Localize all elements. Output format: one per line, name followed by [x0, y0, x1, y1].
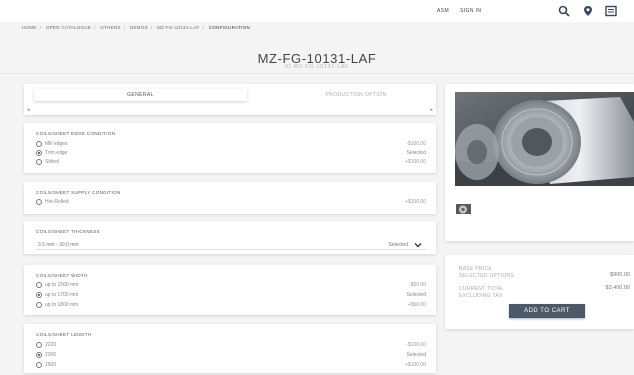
option-length-2220[interactable]: 2220 -$100.00: [36, 342, 426, 350]
breadcrumb-separator: /: [94, 25, 96, 30]
radio-button[interactable]: [36, 141, 42, 147]
product-image[interactable]: [455, 92, 634, 186]
option-trim-edge[interactable]: Trim edge Selected: [36, 150, 426, 158]
thickness-card: COILS/SHEET THICKNESS 3.5 mm - 30.0 mm S…: [24, 221, 436, 254]
asm-link[interactable]: ASM: [437, 8, 449, 14]
option-price: Selected: [406, 150, 426, 156]
option-label: up to 1500 mm: [45, 282, 79, 288]
option-price: Selected: [406, 352, 426, 358]
location-pin-icon[interactable]: [582, 5, 594, 17]
option-label: 2220: [45, 342, 57, 348]
section-title: COILS/SHEET THICKNESS: [36, 229, 100, 234]
radio-button[interactable]: [36, 282, 42, 288]
width-card: COILS/SHEET WIDTH up to 1500 mm -$50.00 …: [24, 265, 436, 315]
length-card: COILS/SHEET LENGTH 2220 -$100.00 2300 Se…: [24, 324, 436, 373]
radio-button[interactable]: [36, 292, 42, 298]
scroll-right-icon[interactable]: ▸: [430, 107, 433, 113]
option-length-2500[interactable]: 2500 +$100.00: [36, 362, 426, 370]
excluding-tax-label: EXCLUDING TAX: [459, 293, 503, 299]
option-price: +$150.00: [405, 199, 426, 205]
option-label: 2300: [45, 352, 57, 358]
breadcrumb-current: CONFIGURATION: [208, 25, 251, 30]
option-label: Hot-Rolled: [45, 199, 69, 205]
tabs-card: GENERAL PRODUCTION OPTION ◂ ▸: [24, 84, 436, 115]
option-label: up to 1700 mm: [45, 292, 79, 298]
breadcrumb-others[interactable]: OTHERS: [100, 25, 121, 30]
option-label: Slitted: [45, 159, 59, 165]
tab-general[interactable]: GENERAL: [34, 89, 247, 101]
cart-icon[interactable]: [605, 5, 617, 17]
option-label: Mill edges: [45, 141, 68, 147]
tab-production-option[interactable]: PRODUCTION OPTION: [256, 89, 456, 101]
option-mill-edges[interactable]: Mill edges -$100.00: [36, 141, 426, 149]
radio-button[interactable]: [36, 342, 42, 348]
tab-scrollbar[interactable]: ◂ ▸: [24, 107, 436, 113]
breadcrumb-separator: /: [39, 25, 42, 30]
option-width-1500[interactable]: up to 1500 mm -$50.00: [36, 282, 426, 290]
pricing-card: BASE PRICE SELECTED OPTIONS $900.00 CURR…: [445, 255, 634, 329]
option-price: +$100.00: [405, 159, 426, 165]
breadcrumb-home[interactable]: HOME: [22, 25, 37, 30]
radio-button[interactable]: [36, 150, 42, 156]
section-title: COILS/SHEET EDGE CONDITION: [36, 131, 116, 136]
section-title: COILS/SHEET LENGTH: [36, 332, 92, 337]
radio-button[interactable]: [36, 302, 42, 308]
radio-button[interactable]: [36, 159, 42, 165]
radio-button[interactable]: [36, 362, 42, 368]
current-total-label: CURRENT TOTAL: [459, 286, 505, 292]
breadcrumb-separator: /: [150, 25, 153, 30]
option-length-2300[interactable]: 2300 Selected: [36, 352, 426, 360]
option-price: -$100.00: [406, 342, 426, 348]
sign-in-link[interactable]: SIGN IN: [460, 8, 481, 14]
product-image-card: [445, 84, 634, 241]
thickness-status: Selected: [388, 242, 408, 248]
option-price: Selected: [406, 292, 426, 298]
selected-options-label: SELECTED OPTIONS: [459, 273, 515, 279]
option-price: +$50.00: [407, 302, 426, 308]
edge-condition-card: COILS/SHEET EDGE CONDITION Mill edges -$…: [24, 123, 436, 173]
option-label: 2500: [45, 362, 57, 368]
breadcrumb-separator: /: [123, 25, 126, 30]
supply-condition-card: COILS/SHEET SUPPLY CONDITION Hot-Rolled …: [24, 182, 436, 214]
breadcrumb-demos[interactable]: DEMOS: [130, 25, 148, 30]
product-thumbnail[interactable]: [456, 204, 471, 214]
option-price: -$50.00: [409, 282, 426, 288]
radio-button[interactable]: [36, 352, 42, 358]
top-bar: ASM SIGN IN: [0, 0, 634, 22]
divider: [0, 73, 634, 74]
option-price: -$100.00: [406, 141, 426, 147]
thickness-value: 3.5 mm - 30.0 mm: [38, 242, 79, 248]
breadcrumb: HOME / OPEN CATALOGUE / OTHERS / DEMOS / MZ-…: [22, 25, 253, 30]
option-price: +$100.00: [405, 362, 426, 368]
base-price-label: BASE PRICE: [459, 266, 493, 272]
chevron-down-icon: [414, 243, 422, 248]
add-to-cart-button[interactable]: ADD TO CART: [509, 304, 585, 318]
option-hot-rolled[interactable]: Hot-Rolled +$150.00: [36, 199, 426, 207]
search-icon[interactable]: [558, 5, 570, 17]
option-width-1800[interactable]: up to 1800 mm +$50.00: [36, 302, 426, 310]
option-width-1700[interactable]: up to 1700 mm Selected: [36, 292, 426, 300]
thickness-dropdown[interactable]: 3.5 mm - 30.0 mm Selected: [36, 239, 426, 250]
page-subtitle: ID MZ-FG-10131-LAF: [284, 64, 350, 70]
breadcrumb-separator: /: [202, 25, 205, 30]
current-total-value: $3,400.00: [605, 285, 630, 291]
radio-button[interactable]: [36, 199, 42, 205]
selected-options-value: $900.00: [610, 272, 630, 278]
breadcrumb-open-catalogue[interactable]: OPEN CATALOGUE: [46, 25, 91, 30]
breadcrumb-product[interactable]: MZ-FG-10131-LAF: [157, 25, 200, 30]
section-title: COILS/SHEET WIDTH: [36, 273, 88, 278]
option-label: Trim edge: [45, 150, 68, 156]
scroll-left-icon[interactable]: ◂: [27, 107, 30, 113]
section-title: COILS/SHEET SUPPLY CONDITION: [36, 190, 121, 195]
option-label: up to 1800 mm: [45, 302, 79, 308]
option-slitted[interactable]: Slitted +$100.00: [36, 159, 426, 167]
